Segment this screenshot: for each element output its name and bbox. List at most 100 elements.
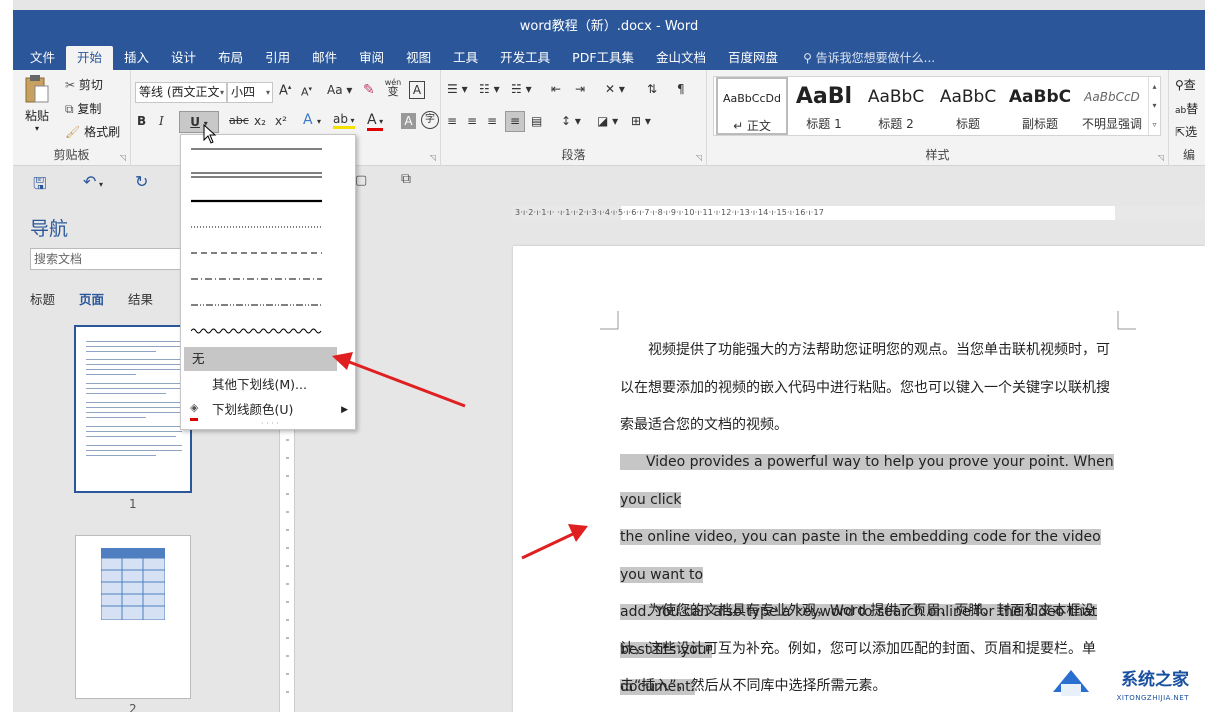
line-spacing-icon[interactable]: ↕ ▾ [561, 114, 581, 128]
bullets-icon[interactable]: ☰ ▾ [447, 82, 468, 96]
sort-icon[interactable]: ⇅ [647, 82, 657, 96]
copy-label: 复制 [77, 102, 102, 116]
tab-references[interactable]: 引用 [254, 46, 301, 70]
tell-me-box[interactable]: ⚲ 告诉我您想要做什么... [789, 46, 935, 70]
align-center-icon[interactable]: ≡ [467, 114, 477, 128]
select-button[interactable]: ⇱选 [1175, 123, 1197, 140]
style-subtitle[interactable]: AaBbC 副标题 [1004, 77, 1076, 135]
tab-home[interactable]: 开始 [66, 46, 114, 70]
font-name-combo[interactable]: 等线 (西文正文 ▾ [135, 82, 227, 103]
shrink-font-button[interactable]: A▾ [301, 85, 312, 99]
tab-layout[interactable]: 布局 [207, 46, 254, 70]
more-underlines-item[interactable]: 其他下划线(M)... [184, 373, 354, 397]
tab-baidu-netdisk[interactable]: 百度网盘 [717, 46, 789, 70]
superscript-button[interactable]: x² [275, 114, 287, 128]
justify-icon[interactable]: ≡ [505, 111, 525, 132]
replace-icon: ab [1175, 106, 1187, 116]
style-name: 标题 [955, 117, 980, 131]
page-view-icon[interactable]: ▢ [355, 173, 367, 188]
tab-tools[interactable]: 工具 [442, 46, 489, 70]
decrease-indent-icon[interactable]: ⇤ [551, 82, 561, 96]
replace-button[interactable]: ab替 [1175, 100, 1198, 117]
char-border-button[interactable]: A [409, 81, 425, 99]
shading-icon[interactable]: ◪ ▾ [597, 114, 618, 128]
clipboard-launcher-icon[interactable]: ◹ [120, 153, 126, 162]
nav-tab-headings[interactable]: 标题 [30, 292, 55, 307]
ruler-scale: 3·ı·2·ı·1·ı· ·ı·1·ı·2·ı·3·ı·4·ı·5·ı·6·ı·… [515, 208, 825, 217]
align-right-icon[interactable]: ≡ [487, 114, 497, 128]
editing-group: ⚲查 ab替 ⇱选 编 [1169, 70, 1205, 166]
show-marks-icon[interactable]: ¶ [677, 82, 685, 96]
tab-developer[interactable]: 开发工具 [489, 46, 561, 70]
tab-insert[interactable]: 插入 [113, 46, 160, 70]
align-left-icon[interactable]: ≡ [447, 114, 457, 128]
paste-dropdown-icon[interactable]: ▾ [19, 124, 55, 133]
strikethrough-button[interactable]: abc [229, 114, 249, 127]
page-thumbnail-2[interactable] [75, 535, 191, 699]
style-subtle-emphasis[interactable]: AaBbCcD 不明显强调 [1076, 77, 1148, 135]
styles-scroll[interactable]: ▴ ▾ ▿ [1148, 77, 1160, 135]
enclose-char-button[interactable]: 字 [421, 111, 439, 129]
paste-button[interactable]: 粘贴 ▾ [19, 74, 55, 136]
char-shading-button[interactable]: A [401, 113, 416, 129]
find-button[interactable]: ⚲查 [1175, 76, 1196, 93]
format-painter-button[interactable]: 🖌 格式刷 [65, 123, 120, 140]
style-heading-1[interactable]: AaBl 标题 1 [788, 77, 860, 135]
underline-none-item[interactable]: 无 [184, 347, 337, 371]
distributed-icon[interactable]: ▤ [531, 114, 542, 128]
tab-review[interactable]: 审阅 [348, 46, 395, 70]
subscript-button[interactable]: x₂ [254, 114, 266, 128]
increase-indent-icon[interactable]: ⇥ [575, 82, 585, 96]
paragraph-launcher-icon[interactable]: ◹ [696, 153, 702, 162]
cut-button[interactable]: ✂ 剪切 [65, 76, 103, 93]
tab-file[interactable]: 文件 [19, 46, 66, 70]
tab-mailings[interactable]: 邮件 [301, 46, 348, 70]
window-title: word教程（新）.docx - Word [13, 10, 1205, 44]
grow-font-button[interactable]: A▴ [279, 83, 291, 98]
underline-label: U [190, 115, 200, 129]
undo-icon[interactable]: ↶ ▾ [83, 172, 103, 191]
font-launcher-icon[interactable]: ◹ [430, 153, 436, 162]
redo-icon[interactable]: ↻ [135, 172, 148, 191]
tab-kingsoft-docs[interactable]: 金山文档 [645, 46, 717, 70]
font-color-button[interactable]: A ▾ [367, 112, 384, 131]
tab-view[interactable]: 视图 [395, 46, 442, 70]
italic-button[interactable]: I [159, 114, 164, 128]
page-thumbnail-1[interactable] [74, 325, 192, 493]
styles-launcher-icon[interactable]: ◹ [1158, 153, 1164, 162]
style-normal[interactable]: AaBbCcDd ↵ 正文 [716, 77, 788, 135]
grow-font-label: A [279, 83, 288, 99]
tab-design[interactable]: 设计 [160, 46, 207, 70]
phonetic-guide-button[interactable]: wén 变 [383, 78, 403, 97]
underline-single[interactable] [191, 143, 322, 155]
save-icon[interactable]: 🖫 [33, 173, 47, 200]
underline-dotted[interactable] [191, 221, 322, 233]
change-case-button[interactable]: Aa ▾ [327, 83, 352, 97]
borders-icon[interactable]: ⊞ ▾ [631, 114, 651, 128]
underline-wavy[interactable] [191, 325, 322, 337]
bold-button[interactable]: B [137, 114, 146, 128]
document-page[interactable]: 视频提供了功能强大的方法帮助您证明您的观点。当您单击联机视频时，可以在想要添加的… [513, 246, 1205, 712]
tab-pdf-tools[interactable]: PDF工具集 [561, 46, 645, 70]
nav-tab-pages[interactable]: 页面 [79, 292, 104, 307]
resize-grip[interactable]: · · · · [261, 419, 279, 428]
chinese-layout-icon[interactable]: ✕ ▾ [605, 82, 625, 96]
nav-tab-results[interactable]: 结果 [128, 292, 153, 307]
highlight-button[interactable]: ab ▾ [333, 112, 355, 129]
horizontal-ruler[interactable]: 3·ı·2·ı·1·ı· ·ı·1·ı·2·ı·3·ı·4·ı·5·ı·6·ı·… [513, 206, 1205, 220]
text-effects-button[interactable]: A ▾ [303, 112, 321, 128]
selected-line: Video provides a powerful way to help yo… [620, 454, 1114, 508]
clear-formatting-icon[interactable]: ✎ [363, 82, 375, 98]
window-switch-icon[interactable]: ⧉ [401, 171, 411, 187]
font-size-combo[interactable]: 小四 ▾ [227, 82, 273, 103]
numbering-icon[interactable]: ☷ ▾ [479, 82, 500, 96]
style-title[interactable]: AaBbC 标题 [932, 77, 1004, 135]
style-heading-2[interactable]: AaBbC 标题 2 [860, 77, 932, 135]
underline-thick[interactable] [191, 195, 322, 207]
underline-dashed[interactable] [191, 247, 322, 259]
copy-button[interactable]: ⧉ 复制 [65, 100, 101, 117]
underline-dash-dot[interactable] [191, 273, 322, 285]
multilevel-list-icon[interactable]: ☵ ▾ [511, 82, 532, 96]
underline-double[interactable] [191, 169, 322, 181]
underline-dash-dot-dot[interactable] [191, 299, 322, 311]
